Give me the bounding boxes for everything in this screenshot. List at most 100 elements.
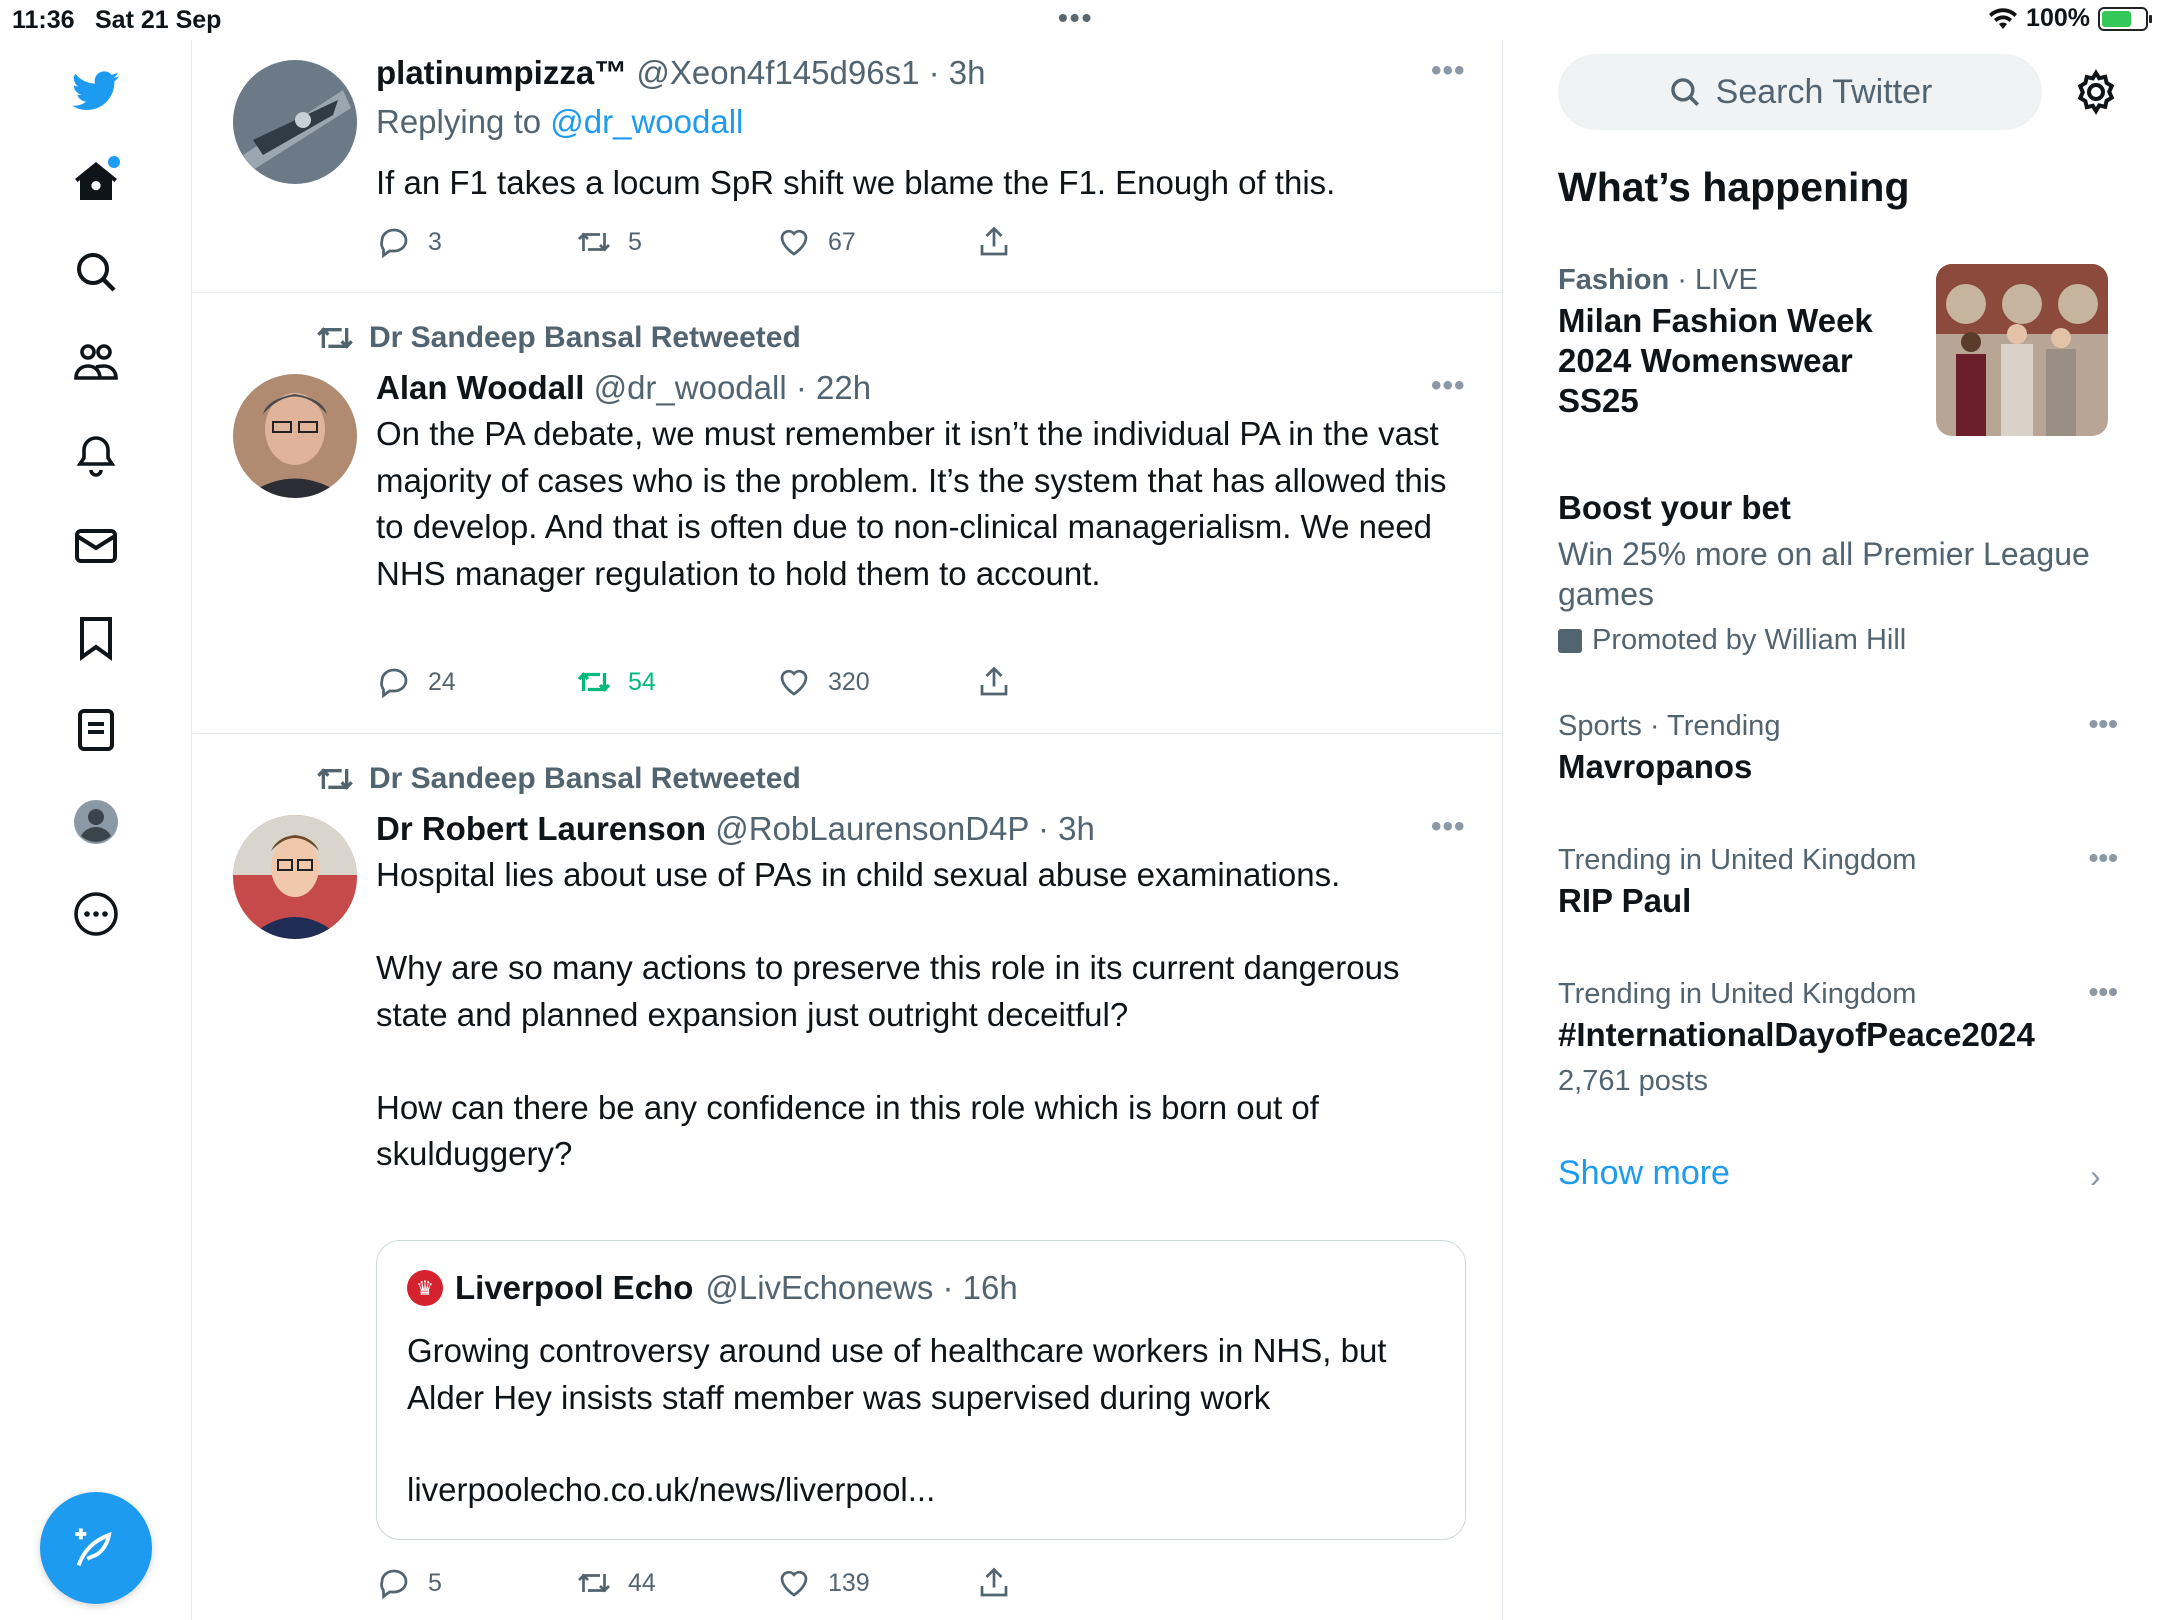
share-icon [980,666,1008,696]
tweet-actions: 24 54 320 [376,664,1076,708]
retweet-icon [577,672,611,692]
reply-count: 5 [428,1568,442,1597]
messages-icon[interactable] [66,516,126,576]
show-more-link[interactable]: Show more [1558,1154,1730,1193]
avatar[interactable] [233,374,357,498]
like-button[interactable]: 139 [776,1565,870,1601]
notifications-icon[interactable] [66,424,126,484]
trend-thumbnail[interactable] [1936,264,2108,436]
trend-more-icon[interactable]: ••• [2089,708,2118,740]
author-handle[interactable]: @RobLaurensonD4P · 3h [715,810,1095,847]
quoted-tweet-header: ♛ Liverpool Echo @LivEchonews · 16h [407,1269,1018,1307]
retweeted-by-label: Dr Sandeep Bansal Retweeted [369,321,801,354]
trend-title: Mavropanos [1558,748,1753,785]
trend-title: Milan Fashion Week 2024 Womenswear SS25 [1558,302,1873,419]
battery-icon [2098,6,2152,31]
home-icon[interactable] [66,152,126,212]
reply-button[interactable]: 5 [376,1565,442,1601]
wifi-icon [1989,7,2018,29]
timeline: platinumpizza™ @Xeon4f145d96s1 · 3h ••• … [193,40,1503,1620]
trend-more-icon[interactable]: ••• [2089,976,2118,1008]
status-bar: 11:36 Sat 21 Sep ••• 100% [0,0,2160,40]
trend-live-label: LIVE [1694,264,1758,296]
search-icon[interactable] [66,242,126,302]
retweet-icon [317,768,353,790]
profile-icon[interactable] [66,792,126,852]
author-name[interactable]: Dr Robert Laurenson [376,810,706,847]
avatar[interactable] [233,815,357,939]
retweeted-by[interactable]: Dr Sandeep Bansal Retweeted [315,318,801,358]
tweet[interactable]: platinumpizza™ @Xeon4f145d96s1 · 3h ••• … [193,40,1502,293]
tweet[interactable]: Dr Sandeep Bansal Retweeted Alan Woodall… [193,294,1502,734]
trend-category: Sports · Trending [1558,710,1781,742]
tweet-header: Dr Robert Laurenson @RobLaurensonD4P · 3… [376,810,1095,848]
home-unread-dot [108,156,120,168]
trend-item[interactable]: Sports · Trending Mavropanos ••• [1558,708,2118,787]
heart-icon [780,669,808,696]
retweet-button[interactable]: 5 [576,224,642,260]
trend-item[interactable]: Trending in United Kingdom #Internationa… [1558,976,2118,1101]
like-button[interactable]: 67 [776,224,856,260]
author-name[interactable]: platinumpizza™ [376,54,627,91]
author-handle[interactable]: @Xeon4f145d96s1 · 3h [636,54,985,91]
tweet-actions: 3 5 67 [376,224,1076,268]
trend-description: Win 25% more on all Premier League games [1558,536,2090,612]
share-button[interactable] [976,664,1012,700]
retweet-count: 5 [628,227,642,256]
tweet-more-icon[interactable]: ••• [1431,54,1466,88]
promoted-label: Promoted by William Hill [1558,624,2118,657]
chevron-right-icon: › [2090,1158,2101,1194]
search-field[interactable]: Search Twitter [1558,54,2042,130]
retweeted-by-label: Dr Sandeep Bansal Retweeted [369,762,801,795]
quoted-tweet[interactable]: ♛ Liverpool Echo @LivEchonews · 16h Grow… [376,1240,1466,1540]
author-handle[interactable]: @dr_woodall · 22h [594,369,872,406]
replying-to: Replying to @dr_woodall [376,103,743,141]
communities-icon[interactable] [66,332,126,392]
author-name[interactable]: Alan Woodall [376,369,584,406]
tweet-more-icon[interactable]: ••• [1431,369,1466,403]
retweet-button[interactable]: 54 [576,664,656,700]
right-sidebar: Search Twitter What’s happening Fashion … [1504,40,2160,1620]
compose-tweet-button[interactable] [40,1492,152,1604]
trend-title: #InternationalDayofPeace2024 [1558,1016,2035,1053]
search-placeholder: Search Twitter [1715,72,1933,111]
retweet-button[interactable]: 44 [576,1565,656,1601]
avatar[interactable] [233,60,357,184]
tweet-header: Alan Woodall @dr_woodall · 22h [376,369,871,407]
more-icon[interactable] [66,884,126,944]
retweet-icon [317,327,353,349]
share-button[interactable] [976,224,1012,260]
heart-icon [780,1570,808,1597]
reply-button[interactable]: 3 [376,224,442,260]
multitasking-dots-icon[interactable]: ••• [1058,2,1093,34]
status-right: 100% [1988,4,2152,33]
trend-item[interactable]: Trending in United Kingdom RIP Paul ••• [1558,842,2118,921]
reply-icon [380,668,408,699]
tweet-actions: 5 44 139 [376,1565,1076,1609]
share-icon [980,1567,1008,1597]
bookmarks-icon[interactable] [66,608,126,668]
trend-item[interactable]: Fashion · LIVE Milan Fashion Week 2024 W… [1558,264,1938,421]
retweet-icon [578,1573,610,1593]
tweet-more-icon[interactable]: ••• [1431,810,1466,844]
lists-icon[interactable] [66,700,126,760]
share-button[interactable] [976,1565,1012,1601]
reply-count: 3 [428,227,442,256]
retweet-count: 54 [628,667,656,696]
settings-gear-icon[interactable] [2072,68,2120,116]
tweet-text: If an F1 takes a locum SpR shift we blam… [376,164,1336,201]
replying-to-link[interactable]: @dr_woodall [550,103,743,140]
twitter-logo-icon[interactable] [66,60,126,120]
promoted-trend[interactable]: Boost your bet Win 25% more on all Premi… [1558,488,2118,657]
like-count: 139 [828,1568,870,1597]
trend-more-icon[interactable]: ••• [2089,842,2118,874]
retweeted-by[interactable]: Dr Sandeep Bansal Retweeted [315,759,801,799]
trend-category: Trending in United Kingdom [1558,844,1917,876]
quoted-tweet-link[interactable]: liverpoolecho.co.uk/news/liverpool... [407,1471,935,1509]
tweet-text: Hospital lies about use of PAs in child … [376,856,1400,1172]
like-count: 67 [828,227,856,256]
tweet[interactable]: Dr Sandeep Bansal Retweeted Dr Robert La… [193,735,1502,1620]
like-button[interactable]: 320 [776,664,870,700]
reply-button[interactable]: 24 [376,664,456,700]
trend-meta-separator: · [1669,264,1695,296]
